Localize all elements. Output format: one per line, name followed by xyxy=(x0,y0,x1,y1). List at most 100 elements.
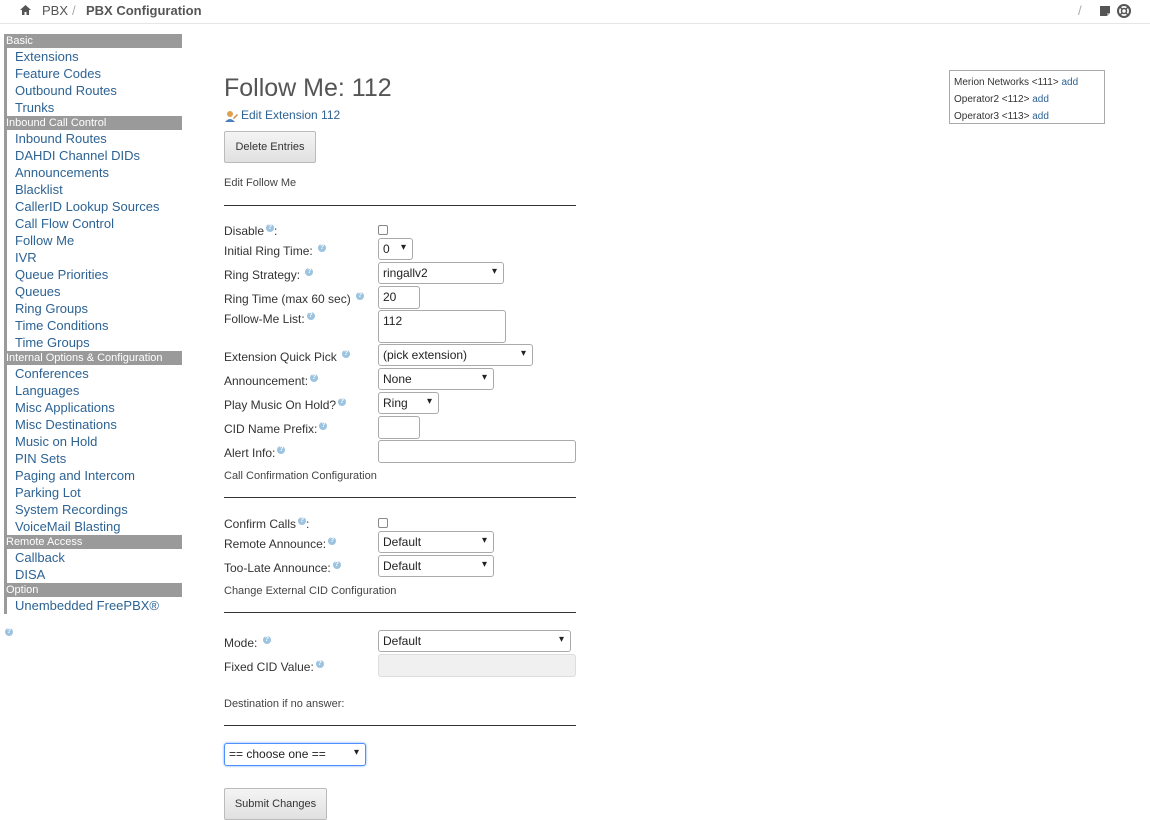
sidebar-item-outbound-routes[interactable]: Outbound Routes xyxy=(4,82,182,99)
sidebar-item-misc-applications[interactable]: Misc Applications xyxy=(4,399,182,416)
help-lifebuoy-icon[interactable] xyxy=(1117,4,1131,18)
announcement-select[interactable]: None xyxy=(378,368,494,390)
sidebar-item-blacklist[interactable]: Blacklist xyxy=(4,181,182,198)
ring-time-label: Ring Time (max 60 sec) ? xyxy=(224,292,365,306)
sidebar-item-inbound-routes[interactable]: Inbound Routes xyxy=(4,130,182,147)
help-icon[interactable]: ? xyxy=(332,561,341,569)
sidebar-item-queues[interactable]: Queues xyxy=(4,283,182,300)
initial-ring-time-label: Initial Ring Time: ? xyxy=(224,244,327,258)
sidebar-item-callback[interactable]: Callback xyxy=(4,549,182,566)
submit-changes-button[interactable]: Submit Changes xyxy=(224,788,327,820)
fixed-cid-label: Fixed CID Value:? xyxy=(224,660,324,674)
breadcrumb-pbx[interactable]: PBX xyxy=(42,3,68,18)
help-icon[interactable]: ? xyxy=(342,350,351,358)
section-call-confirmation: Call Confirmation Configuration xyxy=(224,470,377,482)
followme-list-textarea[interactable]: 112 xyxy=(378,310,506,343)
help-icon[interactable]: ? xyxy=(5,628,13,636)
help-icon[interactable]: ? xyxy=(298,517,307,525)
edit-extension-link[interactable]: Edit Extension 112 xyxy=(224,108,340,123)
sidebar-header-internal: Internal Options & Configuration xyxy=(4,351,182,365)
help-icon[interactable]: ? xyxy=(328,537,337,545)
initial-ring-time-select[interactable]: 0 xyxy=(378,238,413,260)
add-link[interactable]: add xyxy=(1061,77,1078,88)
section-edit-follow-me: Edit Follow Me xyxy=(224,177,297,189)
cid-prefix-label: CID Name Prefix:? xyxy=(224,422,328,436)
too-late-select[interactable]: Default xyxy=(378,555,494,577)
sidebar-item-feature-codes[interactable]: Feature Codes xyxy=(4,65,182,82)
top-bar: PBX / PBX Configuration / xyxy=(0,0,1150,24)
disable-checkbox[interactable] xyxy=(378,225,388,235)
help-icon[interactable]: ? xyxy=(306,312,315,320)
edit-extension-label: Edit Extension 112 xyxy=(241,108,341,122)
help-icon[interactable]: ? xyxy=(356,292,365,300)
help-icon[interactable]: ? xyxy=(305,268,314,276)
sidebar-item-dahdi-channel-dids[interactable]: DAHDI Channel DIDs xyxy=(4,147,182,164)
divider xyxy=(224,497,576,498)
disable-label: Disable?: xyxy=(224,224,278,238)
remote-announce-label: Remote Announce:? xyxy=(224,537,337,551)
breadcrumb-current: PBX Configuration xyxy=(86,3,202,18)
play-moh-select[interactable]: Ring xyxy=(378,392,439,414)
sidebar-item-voicemail-blasting[interactable]: VoiceMail Blasting xyxy=(4,518,182,535)
sidebar-item-follow-me[interactable]: Follow Me xyxy=(4,232,182,249)
help-icon[interactable]: ? xyxy=(277,446,286,454)
sidebar-item-announcements[interactable]: Announcements xyxy=(4,164,182,181)
notes-icon[interactable] xyxy=(1098,4,1112,18)
help-icon[interactable]: ? xyxy=(310,374,319,382)
sidebar-item-languages[interactable]: Languages xyxy=(4,382,182,399)
sidebar-item-time-groups[interactable]: Time Groups xyxy=(4,334,182,351)
divider xyxy=(224,205,576,206)
extension-row: Merion Networks <111> add xyxy=(954,77,1079,88)
help-icon[interactable]: ? xyxy=(319,422,328,430)
alert-info-label: Alert Info:? xyxy=(224,446,286,460)
topbar-separator: / xyxy=(1078,3,1082,18)
sidebar-item-parking-lot[interactable]: Parking Lot xyxy=(4,484,182,501)
too-late-label: Too-Late Announce:? xyxy=(224,561,341,575)
sidebar-item-music-on-hold[interactable]: Music on Hold xyxy=(4,433,182,450)
help-icon[interactable]: ? xyxy=(315,660,324,668)
help-icon[interactable]: ? xyxy=(338,398,347,406)
sidebar-item-unembedded-freepbx[interactable]: Unembedded FreePBX® xyxy=(4,597,182,614)
add-link[interactable]: add xyxy=(1032,111,1049,122)
quick-pick-select[interactable]: (pick extension) xyxy=(378,344,533,366)
add-link[interactable]: add xyxy=(1032,94,1049,105)
fixed-cid-input[interactable] xyxy=(378,654,576,677)
ring-strategy-select[interactable]: ringallv2 xyxy=(378,262,504,284)
cid-prefix-input[interactable] xyxy=(378,416,420,439)
help-icon[interactable]: ? xyxy=(318,244,327,252)
sidebar-item-callerid-lookup[interactable]: CallerID Lookup Sources xyxy=(4,198,182,215)
alert-info-input[interactable] xyxy=(378,440,576,463)
sidebar-item-trunks[interactable]: Trunks xyxy=(4,99,182,116)
sidebar-item-call-flow-control[interactable]: Call Flow Control xyxy=(4,215,182,232)
sidebar-item-disa[interactable]: DISA xyxy=(4,566,182,583)
sidebar: Basic Extensions Feature Codes Outbound … xyxy=(4,34,182,614)
sidebar-item-time-conditions[interactable]: Time Conditions xyxy=(4,317,182,334)
sidebar-header-remote: Remote Access xyxy=(4,535,182,549)
ring-time-input[interactable]: 20 xyxy=(378,286,420,309)
sidebar-item-ivr[interactable]: IVR xyxy=(4,249,182,266)
confirm-calls-checkbox[interactable] xyxy=(378,518,388,528)
home-icon[interactable] xyxy=(19,4,32,16)
sidebar-item-system-recordings[interactable]: System Recordings xyxy=(4,501,182,518)
help-icon[interactable]: ? xyxy=(262,636,271,644)
sidebar-item-paging-intercom[interactable]: Paging and Intercom xyxy=(4,467,182,484)
play-moh-label: Play Music On Hold?? xyxy=(224,398,347,412)
sidebar-header-option: Option xyxy=(4,583,182,597)
mode-label: Mode: ? xyxy=(224,636,271,650)
sidebar-item-queue-priorities[interactable]: Queue Priorities xyxy=(4,266,182,283)
destination-select[interactable]: == choose one == xyxy=(224,743,366,766)
divider xyxy=(224,725,576,726)
sidebar-item-misc-destinations[interactable]: Misc Destinations xyxy=(4,416,182,433)
mode-select[interactable]: Default xyxy=(378,630,571,652)
extension-row: Operator2 <112> add xyxy=(954,94,1049,105)
extension-row: Operator3 <113> add xyxy=(954,111,1049,122)
sidebar-item-ring-groups[interactable]: Ring Groups xyxy=(4,300,182,317)
breadcrumb-separator: / xyxy=(72,3,76,18)
help-icon[interactable]: ? xyxy=(266,224,275,232)
sidebar-header-inbound: Inbound Call Control xyxy=(4,116,182,130)
remote-announce-select[interactable]: Default xyxy=(378,531,494,553)
sidebar-item-pin-sets[interactable]: PIN Sets xyxy=(4,450,182,467)
sidebar-item-extensions[interactable]: Extensions xyxy=(4,48,182,65)
sidebar-item-conferences[interactable]: Conferences xyxy=(4,365,182,382)
delete-entries-button[interactable]: Delete Entries xyxy=(224,131,316,163)
